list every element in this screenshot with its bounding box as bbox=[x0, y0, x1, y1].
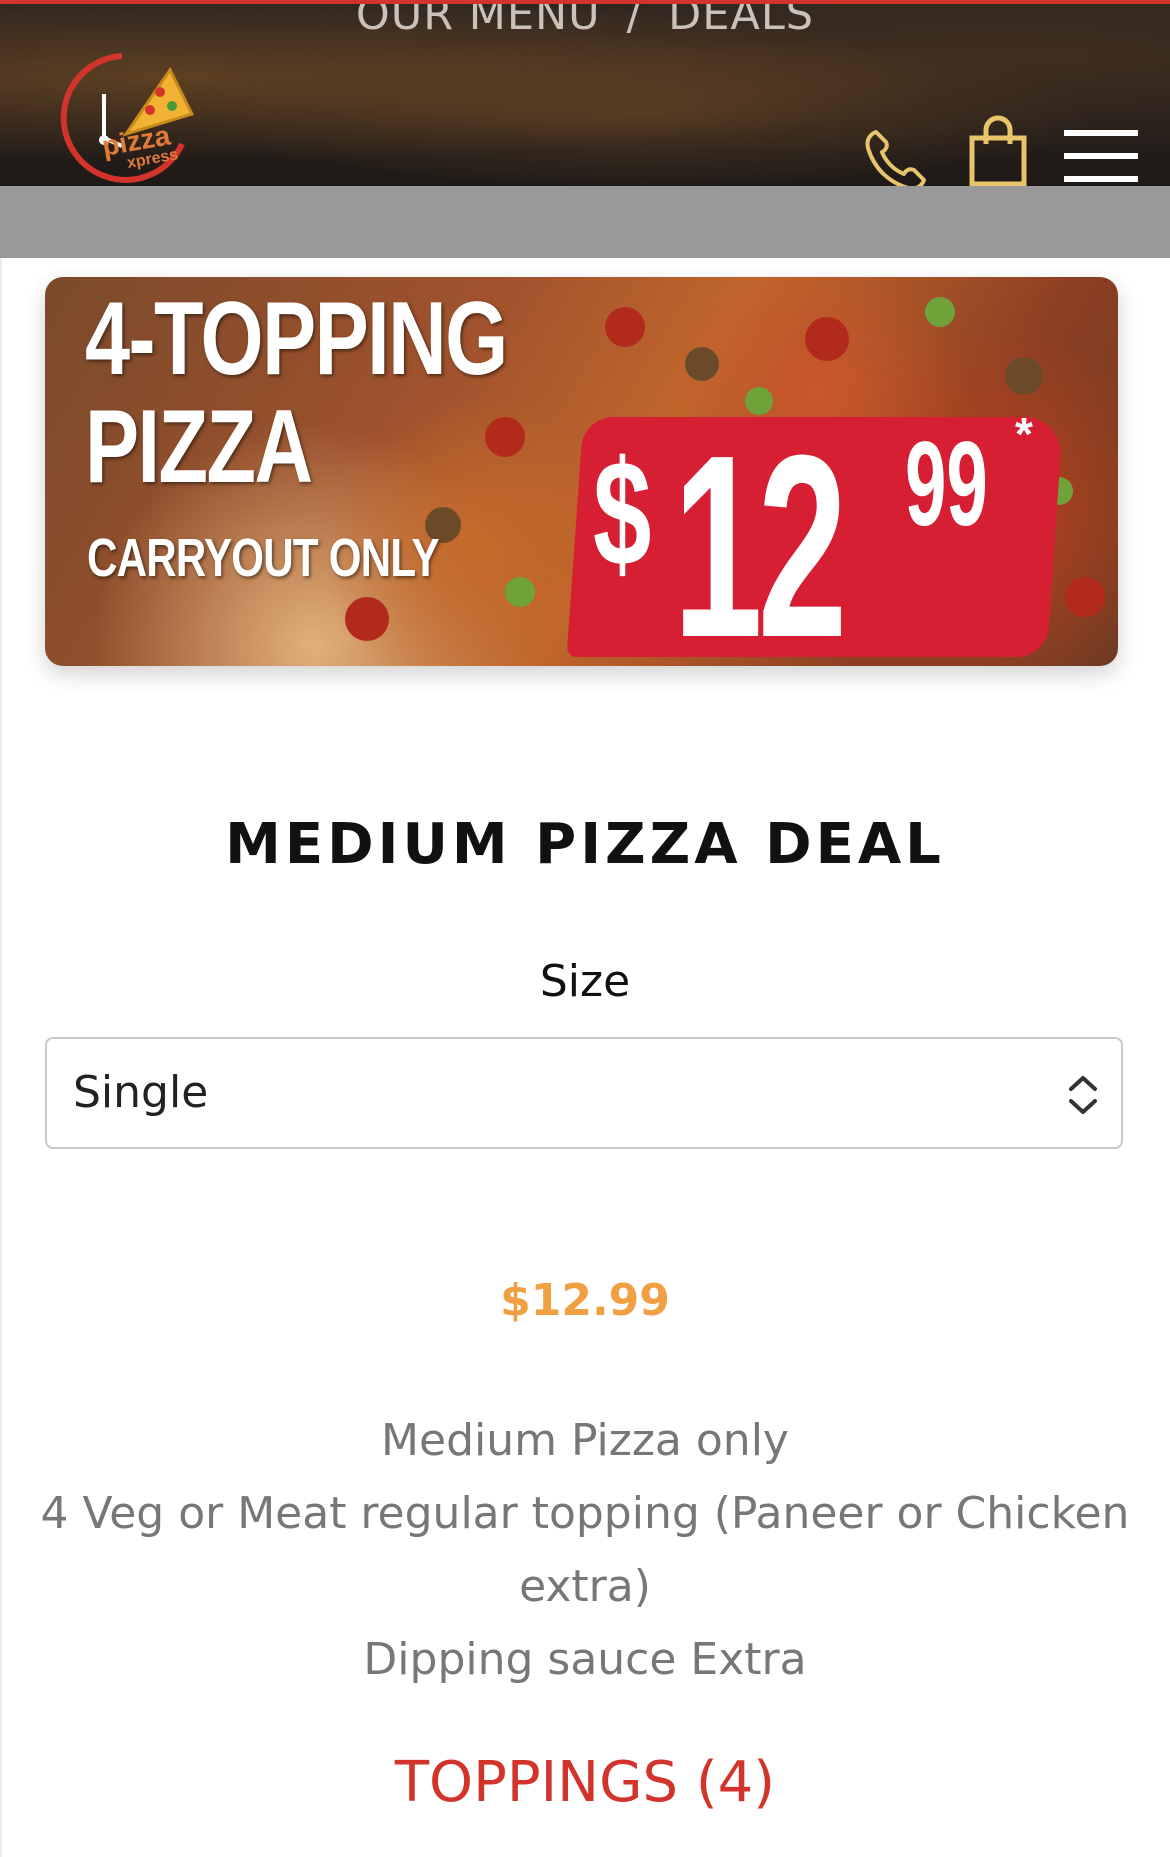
pizza-xpress-logo[interactable]: pizza xpress bbox=[42, 48, 202, 186]
chevron-up-down-icon bbox=[1069, 1076, 1097, 1114]
product-price: $12.99 bbox=[500, 1275, 670, 1326]
breadcrumb-separator: / bbox=[626, 0, 643, 40]
header-divider-band bbox=[0, 186, 1170, 258]
breadcrumb-our-menu[interactable]: OUR MENU bbox=[356, 4, 601, 40]
phone-icon[interactable] bbox=[862, 124, 932, 186]
banner-price-dollars: 12 bbox=[673, 402, 847, 666]
banner-price-cents: 99 bbox=[905, 417, 988, 551]
product-description: Medium Pizza only 4 Veg or Meat regular … bbox=[40, 1404, 1130, 1696]
site-header: OUR MENU / DEALS pizza xpress bbox=[0, 0, 1170, 186]
breadcrumb: OUR MENU / DEALS bbox=[0, 0, 1170, 40]
banner-subheadline: CARRYOUT ONLY bbox=[87, 528, 440, 588]
size-select[interactable]: Single bbox=[45, 1037, 1123, 1149]
size-select-value: Single bbox=[73, 1067, 209, 1118]
shopping-bag-icon[interactable] bbox=[966, 114, 1030, 186]
hamburger-menu-icon[interactable] bbox=[1064, 128, 1138, 184]
breadcrumb-deals[interactable]: DEALS bbox=[668, 4, 814, 40]
product-title: MEDIUM PIZZA DEAL bbox=[225, 812, 945, 877]
deal-banner-image: 4-TOPPING PIZZA CARRYOUT ONLY $ 12 99 * bbox=[45, 277, 1118, 666]
banner-price-dollar: $ bbox=[593, 429, 652, 597]
description-line: 4 Veg or Meat regular topping (Paneer or… bbox=[40, 1488, 1130, 1612]
size-label: Size bbox=[539, 956, 631, 1007]
banner-headline: 4-TOPPING PIZZA bbox=[85, 281, 508, 505]
left-edge bbox=[0, 258, 2, 1857]
toppings-heading[interactable]: TOPPINGS (4) bbox=[0, 1750, 1170, 1815]
description-line: Dipping sauce Extra bbox=[363, 1634, 807, 1685]
banner-price-asterisk: * bbox=[1015, 408, 1033, 460]
description-line: Medium Pizza only bbox=[381, 1415, 789, 1466]
